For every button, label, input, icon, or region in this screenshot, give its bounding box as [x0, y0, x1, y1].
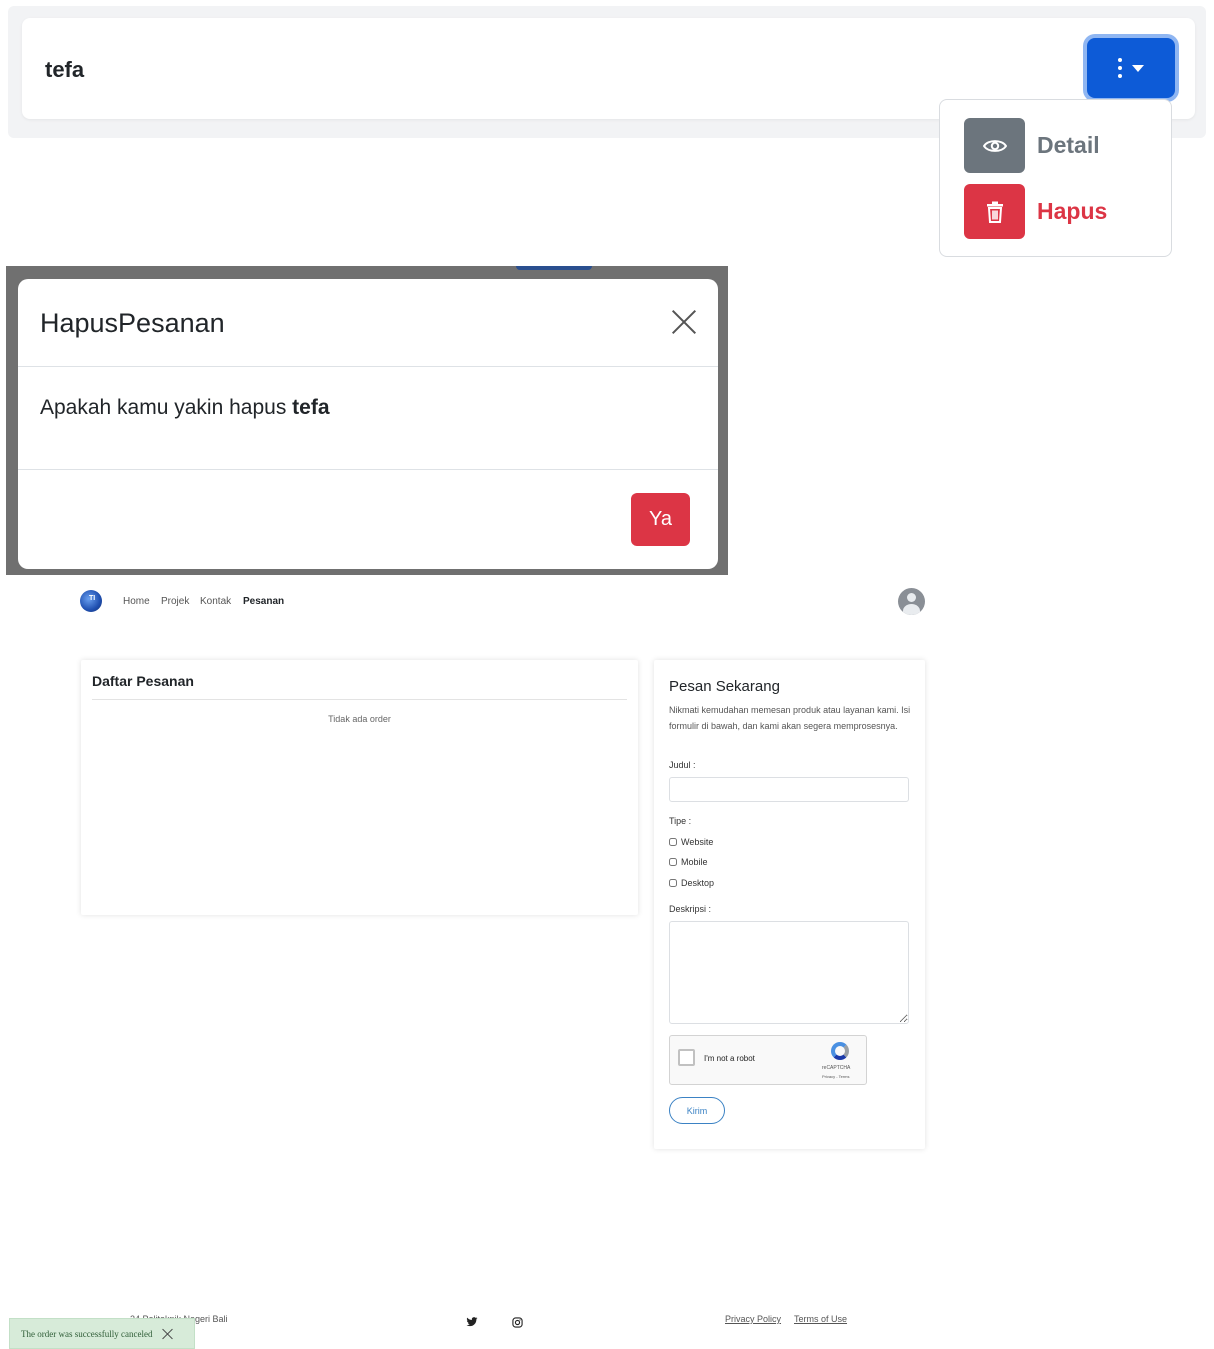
dropdown-item-hapus[interactable]: Hapus — [964, 184, 1107, 239]
submit-button[interactable]: Kirim — [669, 1097, 725, 1124]
order-name: tefa — [45, 57, 85, 82]
modal-title: HapusPesanan — [40, 308, 225, 338]
order-form-description: Nikmati kemudahan memesan produk atau la… — [669, 705, 911, 731]
recaptcha-label: I'm not a robot — [704, 1054, 755, 1063]
recaptcha-logo-icon — [831, 1042, 849, 1060]
tipe-option-website[interactable]: Website — [669, 837, 713, 847]
orders-list-divider — [92, 699, 627, 700]
order-actions-dropdown: Detail Hapus — [939, 99, 1172, 257]
modal-footer-divider — [18, 469, 718, 470]
kebab-icon — [1118, 58, 1122, 78]
checkbox-label: Mobile — [681, 857, 708, 867]
instagram-icon[interactable] — [512, 1317, 523, 1328]
orders-list-title: Daftar Pesanan — [92, 673, 194, 689]
recaptcha-links[interactable]: Privacy - Terms — [822, 1074, 849, 1079]
trash-icon — [964, 184, 1025, 239]
modal-message: Apakah kamu yakin hapus tefa — [40, 396, 330, 420]
success-toast: The order was successfully canceled — [9, 1318, 195, 1349]
orders-empty-message: Tidak ada order — [328, 714, 391, 724]
desktop-checkbox[interactable] — [669, 879, 677, 887]
modal-message-prefix: Apakah kamu yakin hapus — [40, 396, 293, 419]
judul-input[interactable] — [669, 777, 909, 802]
deskripsi-label: Deskripsi : — [669, 904, 712, 914]
nav-link-home[interactable]: Home — [123, 596, 150, 607]
close-icon[interactable] — [162, 1328, 174, 1340]
order-form-title: Pesan Sekarang — [669, 678, 780, 695]
dropdown-item-label: Detail — [1037, 132, 1100, 158]
dropdown-item-label: Hapus — [1037, 198, 1108, 224]
tipe-option-mobile[interactable]: Mobile — [669, 857, 708, 867]
nav-link-kontak[interactable]: Kontak — [200, 596, 231, 607]
user-avatar-icon[interactable] — [898, 588, 925, 615]
logo[interactable] — [80, 590, 102, 612]
privacy-policy-link[interactable]: Privacy Policy — [725, 1314, 781, 1324]
caret-down-icon — [1132, 64, 1144, 72]
deskripsi-textarea[interactable] — [669, 921, 909, 1024]
confirm-delete-button[interactable]: Ya — [631, 493, 690, 546]
toast-message: The order was successfully canceled — [21, 1328, 153, 1339]
twitter-icon[interactable] — [466, 1316, 478, 1328]
mobile-checkbox[interactable] — [669, 858, 677, 866]
checkbox-label: Desktop — [681, 878, 715, 888]
nav-link-projek[interactable]: Projek — [161, 596, 189, 607]
order-actions-menu-button[interactable] — [1087, 38, 1175, 98]
close-icon[interactable] — [668, 306, 700, 338]
modal-message-target: tefa — [292, 396, 330, 419]
dropdown-item-detail[interactable]: Detail — [964, 118, 1100, 173]
nav-link-pesanan[interactable]: Pesanan — [243, 596, 284, 607]
background-button — [516, 266, 592, 270]
eye-icon — [964, 118, 1025, 173]
recaptcha-brand: reCAPTCHA — [822, 1065, 851, 1071]
judul-label: Judul : — [669, 760, 696, 770]
tipe-label: Tipe : — [669, 816, 692, 826]
tipe-option-desktop[interactable]: Desktop — [669, 878, 714, 888]
website-checkbox[interactable] — [669, 838, 677, 846]
recaptcha-checkbox[interactable] — [678, 1049, 695, 1066]
modal-header-divider — [18, 366, 718, 367]
terms-of-use-link[interactable]: Terms of Use — [794, 1314, 847, 1324]
checkbox-label: Website — [681, 837, 714, 847]
